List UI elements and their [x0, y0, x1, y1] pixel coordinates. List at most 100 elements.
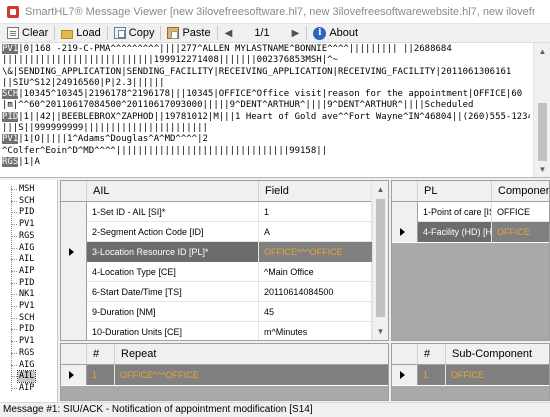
field-row[interactable]: 10-Duration Units [CE] m^Minutes [61, 322, 373, 340]
subcomponent-value-cell[interactable]: OFFICE [446, 365, 549, 385]
field-value-cell[interactable]: 1 [259, 202, 373, 222]
tree-item-aip[interactable]: AIP [18, 383, 35, 394]
column-header-component[interactable]: Component [492, 181, 549, 202]
field-name-cell[interactable]: 2-Segment Action Code [ID] [87, 222, 259, 242]
column-header-subcomponent[interactable]: Sub-Component [446, 344, 549, 365]
row-header[interactable] [61, 322, 87, 340]
field-row[interactable]: 6-Start Date/Time [TS] 20110614084500 [61, 282, 373, 302]
tree-item-sch[interactable]: SCH [18, 313, 35, 324]
previous-message-icon[interactable]: ◀ [221, 28, 237, 39]
tree-item-msh[interactable]: MSH [18, 184, 35, 195]
tree-item-rgs[interactable]: RGS [18, 231, 35, 242]
field-value-cell[interactable]: m^Minutes [259, 322, 373, 340]
field-row[interactable]: 4-Location Type [CE] ^Main Office [61, 262, 373, 282]
component-grid[interactable]: PL Component 1-Point of care [IS] OFFICE 4… [391, 180, 550, 341]
field-row[interactable]: 1-Set ID - AIL [SI]* 1 [61, 202, 373, 222]
component-row[interactable]: 1-Point of care [IS] OFFICE [392, 202, 549, 222]
field-name-cell[interactable]: 10-Duration Units [CE] [87, 322, 259, 340]
about-button[interactable]: i About [310, 25, 361, 42]
field-value-cell[interactable]: 45 [259, 302, 373, 322]
raw-message-line[interactable]: RGS|1|A [2, 156, 530, 168]
copy-button[interactable]: Copy [111, 25, 158, 42]
tree-item-sch[interactable]: SCH [18, 196, 35, 207]
tree-item-ail[interactable]: AIL [16, 370, 37, 384]
component-row[interactable]: 4-Facility (HD) [HD]OFFICE [392, 222, 549, 242]
row-header[interactable] [61, 365, 87, 385]
raw-message-line[interactable]: ||||||||||||||||||||||||||||199912271408… [2, 55, 530, 66]
component-name-cell[interactable]: 1-Point of care [IS] [418, 202, 492, 222]
tree-item-ail[interactable]: AIL [18, 254, 35, 265]
row-header[interactable] [392, 202, 418, 222]
raw-message-line[interactable]: |m|^^60^20110617084500^20110617093000|||… [2, 100, 530, 111]
repeat-grid[interactable]: # Repeat 1 OFFICE^^^OFFICE [60, 343, 389, 401]
column-header-index[interactable]: # [87, 344, 115, 365]
raw-message-scrollbar[interactable]: ▲ ▼ [533, 43, 550, 177]
repeat-row[interactable]: 1 OFFICE^^^OFFICE [61, 365, 388, 385]
scrollbar-thumb[interactable] [538, 103, 547, 161]
row-header[interactable] [61, 302, 87, 322]
field-row[interactable]: 2-Segment Action Code [ID] A [61, 222, 373, 242]
paste-button[interactable]: Paste [164, 25, 213, 42]
row-header[interactable] [61, 242, 87, 262]
tree-item-pid[interactable]: PID [18, 207, 35, 218]
scroll-down-icon[interactable]: ▼ [534, 161, 550, 177]
row-header[interactable] [392, 222, 418, 242]
field-row[interactable]: 9-Duration [NM] 45 [61, 302, 373, 322]
subcomponent-index-cell[interactable]: 1 [418, 365, 446, 385]
field-name-cell[interactable]: 9-Duration [NM] [87, 302, 259, 322]
tree-item-rgs[interactable]: RGS [18, 348, 35, 359]
field-name-cell[interactable]: 4-Location Type [CE] [87, 262, 259, 282]
raw-message-line[interactable]: PV1|0|168 -219-C-PMA^^^^^^^^^||||277^ALL… [2, 44, 530, 55]
tree-item-nk1[interactable]: NK1 [18, 289, 35, 300]
tree-item-aip[interactable]: AIP [18, 266, 35, 277]
field-row[interactable]: 3-Location Resource ID [PL]* OFFICE^^^OFF… [61, 242, 373, 262]
raw-message-line[interactable]: SCH|10345^10345|2196178^2196178|||10345|… [2, 89, 530, 100]
field-value-cell[interactable]: ^Main Office [259, 262, 373, 282]
column-header-field[interactable]: Field [259, 181, 373, 202]
raw-message-line[interactable]: \&|SENDING_APPLICATION|SENDING_FACILITY|… [2, 67, 530, 78]
raw-message-line[interactable]: PV1|1|O|||||1^Adams^Douglas^A^MD^^^^|2 [2, 134, 530, 145]
component-name-cell[interactable]: 4-Facility (HD) [HD] [418, 222, 492, 242]
column-header-index[interactable]: # [418, 344, 446, 365]
segment-tree[interactable]: MSH SCH PID PV1 RGS AIG AIL AIP PID NK1 PV1 SCH PID P… [0, 180, 58, 402]
repeat-value-cell[interactable]: OFFICE^^^OFFICE [115, 365, 388, 385]
next-message-icon[interactable]: ▶ [288, 28, 304, 39]
tree-item-pv1[interactable]: PV1 [18, 301, 35, 312]
field-value-cell[interactable]: 20110614084500 [259, 282, 373, 302]
scroll-up-icon[interactable]: ▲ [534, 43, 550, 60]
raw-message-text[interactable]: PV1|0|168 -219-C-PMA^^^^^^^^^||||277^ALL… [2, 44, 530, 168]
field-value-cell[interactable]: A [259, 222, 373, 242]
scroll-down-icon[interactable]: ▼ [372, 323, 388, 340]
row-header[interactable] [61, 262, 87, 282]
repeat-index-cell[interactable]: 1 [87, 365, 115, 385]
raw-message-line[interactable]: ||SIU^S12|24916560|P|2.3|||||| [2, 78, 530, 89]
load-button[interactable]: Load [58, 25, 103, 42]
scroll-up-icon[interactable]: ▲ [372, 181, 388, 198]
tree-item-pid[interactable]: PID [18, 278, 35, 289]
clear-button[interactable]: Clear [4, 25, 51, 42]
segment-fields-grid[interactable]: AIL Field ▲ ▼ 1-Set ID - AIL [SI]* 1 2-Seg… [60, 180, 389, 341]
column-header-segment[interactable]: AIL [87, 181, 259, 202]
field-name-cell[interactable]: 6-Start Date/Time [TS] [87, 282, 259, 302]
row-header[interactable] [61, 222, 87, 242]
raw-message-line[interactable]: PID|1||42||BEEBLEBROX^ZAPHOD||19781012|M… [2, 111, 530, 123]
tree-item-pid[interactable]: PID [18, 324, 35, 335]
raw-message-line[interactable]: ^Colfer^Eoin^D^MD^^^^|||||||||||||||||||… [2, 146, 530, 157]
raw-message-line[interactable]: |||S||999999999||||||||||||||||||||||| [2, 123, 530, 134]
component-value-cell[interactable]: OFFICE [492, 202, 549, 222]
row-header[interactable] [61, 282, 87, 302]
subcomponent-row[interactable]: 1 OFFICE [392, 365, 549, 385]
column-header-pl[interactable]: PL [418, 181, 492, 202]
tree-item-pv1[interactable]: PV1 [18, 219, 35, 230]
column-header-repeat[interactable]: Repeat [115, 344, 388, 365]
row-header[interactable] [61, 202, 87, 222]
segment-grid-scrollbar[interactable]: ▲ ▼ [371, 181, 388, 340]
field-value-cell[interactable]: OFFICE^^^OFFICE [259, 242, 373, 262]
tree-item-pv1[interactable]: PV1 [18, 336, 35, 347]
tree-item-aig[interactable]: AIG [18, 243, 35, 254]
field-name-cell[interactable]: 3-Location Resource ID [PL]* [87, 242, 259, 262]
row-header[interactable] [392, 365, 418, 385]
subcomponent-grid[interactable]: # Sub-Component 1 OFFICE [391, 343, 550, 401]
component-value-cell[interactable]: OFFICE [492, 222, 549, 242]
raw-message-editor[interactable]: PV1|0|168 -219-C-PMA^^^^^^^^^||||277^ALL… [0, 43, 550, 178]
